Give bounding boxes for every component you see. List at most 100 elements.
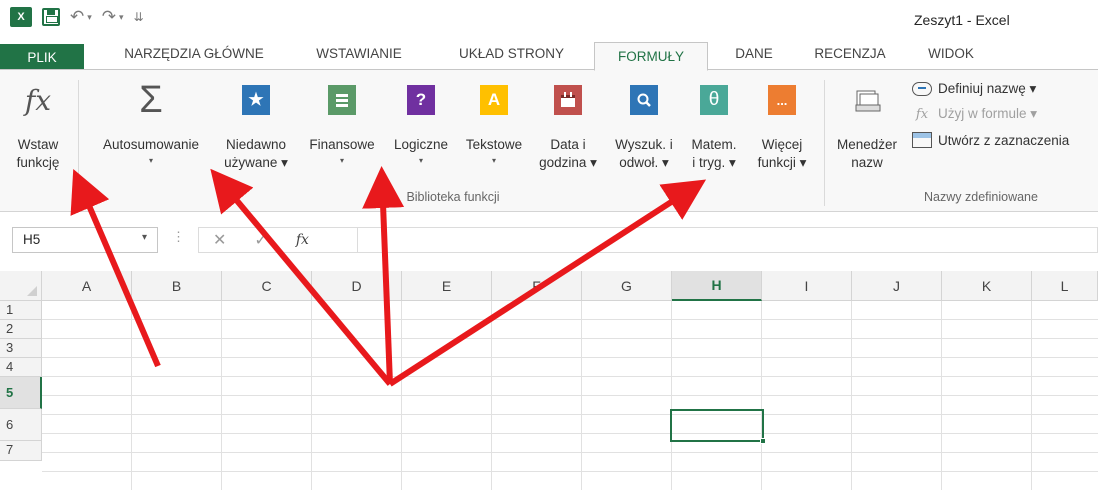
cell-area[interactable] xyxy=(42,301,1098,490)
name-manager-icon xyxy=(852,84,882,116)
more-label-2: funkcji ▾ xyxy=(757,155,807,170)
define-name-label: Definiuj nazwę ▾ xyxy=(938,81,1037,96)
tab-insert[interactable]: WSTAWIANIE xyxy=(304,36,414,70)
name-manager-label-2: nazw xyxy=(851,155,883,170)
column-header-g[interactable]: G xyxy=(582,271,672,301)
lookup-label-1: Wyszuk. i xyxy=(615,137,673,152)
fx-small-icon: fx xyxy=(915,106,929,122)
cancel-icon[interactable]: ✕ xyxy=(213,230,226,250)
undo-dropdown-icon[interactable]: ▾ xyxy=(87,12,92,23)
lookup-label-2: odwoł. ▾ xyxy=(619,155,669,170)
define-name-button[interactable]: Definiuj nazwę ▾ xyxy=(912,81,1036,97)
defined-names-group-label: Nazwy zdefiniowane xyxy=(924,190,1038,204)
enter-icon[interactable]: ✓ xyxy=(254,230,267,250)
name-manager-label-1: Menedżer xyxy=(836,137,898,152)
ellipsis-icon: ... xyxy=(768,85,796,115)
column-header-i[interactable]: I xyxy=(762,271,852,301)
insert-function-label-1: Wstaw xyxy=(17,137,59,152)
autosum-caret-icon: ▾ xyxy=(148,156,153,165)
column-header-k[interactable]: K xyxy=(942,271,1032,301)
use-in-formula-label: Użyj w formule ▾ xyxy=(938,106,1038,121)
table-grid-icon xyxy=(912,132,932,148)
title-bar: X ↶ ▾ ↷ ▾ ⇊ Zeszyt1 - Excel xyxy=(0,0,1098,36)
save-icon[interactable] xyxy=(42,8,60,26)
column-header-b[interactable]: B xyxy=(132,271,222,301)
magnifier-icon xyxy=(630,85,658,115)
column-header-c[interactable]: C xyxy=(222,271,312,301)
tab-review[interactable]: RECENZJA xyxy=(802,36,898,70)
excel-logo-icon: X xyxy=(10,7,32,27)
name-tag-icon xyxy=(912,82,932,96)
group-separator xyxy=(824,80,825,206)
insert-function-button[interactable]: fx Wstaw funkcję xyxy=(8,84,68,172)
column-header-l[interactable]: L xyxy=(1032,271,1098,301)
use-in-formula-button[interactable]: fx Użyj w formule ▾ xyxy=(912,106,1037,122)
formula-bar-grip-icon: ⋮ xyxy=(172,229,185,244)
financial-label: Finansowe xyxy=(309,137,375,152)
row-header-5[interactable]: 5 xyxy=(0,377,42,409)
create-from-selection-button[interactable]: Utwórz z zaznaczenia xyxy=(912,132,1069,148)
customize-qat-icon[interactable]: ⇊ xyxy=(134,10,144,24)
date-time-button[interactable]: Data i godzina ▾ xyxy=(532,84,604,172)
undo-icon[interactable]: ↶ xyxy=(70,7,84,27)
more-functions-button[interactable]: ... Więcej funkcji ▾ xyxy=(748,84,816,172)
row-header-6[interactable]: 6 xyxy=(0,409,42,441)
calendar-icon xyxy=(554,85,582,115)
math-label-2: i tryg. ▾ xyxy=(692,155,736,170)
recently-used-button[interactable]: ★ Niedawno używane ▾ xyxy=(214,84,298,172)
name-box-dropdown-icon[interactable]: ▾ xyxy=(142,232,147,248)
insert-function-label-2: funkcję xyxy=(16,155,60,170)
column-header-d[interactable]: D xyxy=(312,271,402,301)
select-all-corner[interactable] xyxy=(0,271,42,301)
name-box[interactable]: H5 ▾ xyxy=(12,227,158,253)
row-header-1[interactable]: 1 xyxy=(0,301,42,320)
name-manager-button[interactable]: Menedżer nazw xyxy=(830,84,904,172)
text-caret-icon: ▾ xyxy=(491,156,496,165)
tab-home[interactable]: NARZĘDZIA GŁÓWNE xyxy=(112,36,276,70)
function-library-group-label: Biblioteka funkcji xyxy=(406,190,500,204)
fill-handle[interactable] xyxy=(760,438,766,444)
quick-access-toolbar: X ↶ ▾ ↷ ▾ ⇊ xyxy=(10,7,144,27)
column-header-e[interactable]: E xyxy=(402,271,492,301)
formula-input[interactable] xyxy=(358,227,1098,253)
logical-button[interactable]: ? Logiczne ▾ xyxy=(384,84,458,168)
financial-caret-icon: ▾ xyxy=(339,156,344,165)
active-cell-h5[interactable] xyxy=(670,409,766,444)
autosum-button[interactable]: Σ Autosumowanie ▾ xyxy=(88,79,214,168)
tab-page-layout[interactable]: UKŁAD STRONY xyxy=(443,36,580,70)
logical-label: Logiczne xyxy=(393,137,449,152)
recent-label-2: używane ▾ xyxy=(224,155,288,170)
ribbon: fx Wstaw funkcję Σ Autosumowanie ▾ ★ Nie… xyxy=(0,69,1098,212)
financial-button[interactable]: Finansowe ▾ xyxy=(300,84,384,168)
star-icon: ★ xyxy=(242,85,270,115)
redo-dropdown-icon[interactable]: ▾ xyxy=(119,12,124,23)
money-icon xyxy=(328,85,356,115)
insert-function-fx-icon[interactable]: fx xyxy=(296,232,309,248)
column-header-a[interactable]: A xyxy=(42,271,132,301)
tab-data[interactable]: DANE xyxy=(722,36,786,70)
text-button[interactable]: A Tekstowe ▾ xyxy=(458,84,530,168)
tab-formulas[interactable]: FORMUŁY xyxy=(594,42,708,71)
theta-icon: θ xyxy=(700,85,728,115)
column-header-f[interactable]: F xyxy=(492,271,582,301)
autosum-label: Autosumowanie xyxy=(102,137,200,152)
sigma-icon: Σ xyxy=(139,79,163,121)
tab-file[interactable]: PLIK xyxy=(0,44,84,70)
question-icon: ? xyxy=(407,85,435,115)
formula-buttons: ✕ ✓ fx xyxy=(198,227,358,253)
row-header-2[interactable]: 2 xyxy=(0,320,42,339)
tab-view[interactable]: WIDOK xyxy=(915,36,987,70)
lookup-reference-button[interactable]: Wyszuk. i odwoł. ▾ xyxy=(606,84,682,172)
recent-label-1: Niedawno xyxy=(225,137,287,152)
column-header-h[interactable]: H xyxy=(672,271,762,301)
logical-caret-icon: ▾ xyxy=(418,156,423,165)
row-header-4[interactable]: 4 xyxy=(0,358,42,377)
math-trig-button[interactable]: θ Matem. i tryg. ▾ xyxy=(682,84,746,172)
redo-icon[interactable]: ↷ xyxy=(102,7,116,27)
row-header-3[interactable]: 3 xyxy=(0,339,42,358)
letter-a-icon: A xyxy=(480,85,508,115)
column-header-j[interactable]: J xyxy=(852,271,942,301)
row-header-7[interactable]: 7 xyxy=(0,441,42,461)
worksheet-grid: A B C D E F G H I J K L 1 2 3 4 5 6 7 xyxy=(0,271,1098,490)
formula-bar: H5 ▾ ⋮ ✕ ✓ fx xyxy=(0,213,1098,271)
